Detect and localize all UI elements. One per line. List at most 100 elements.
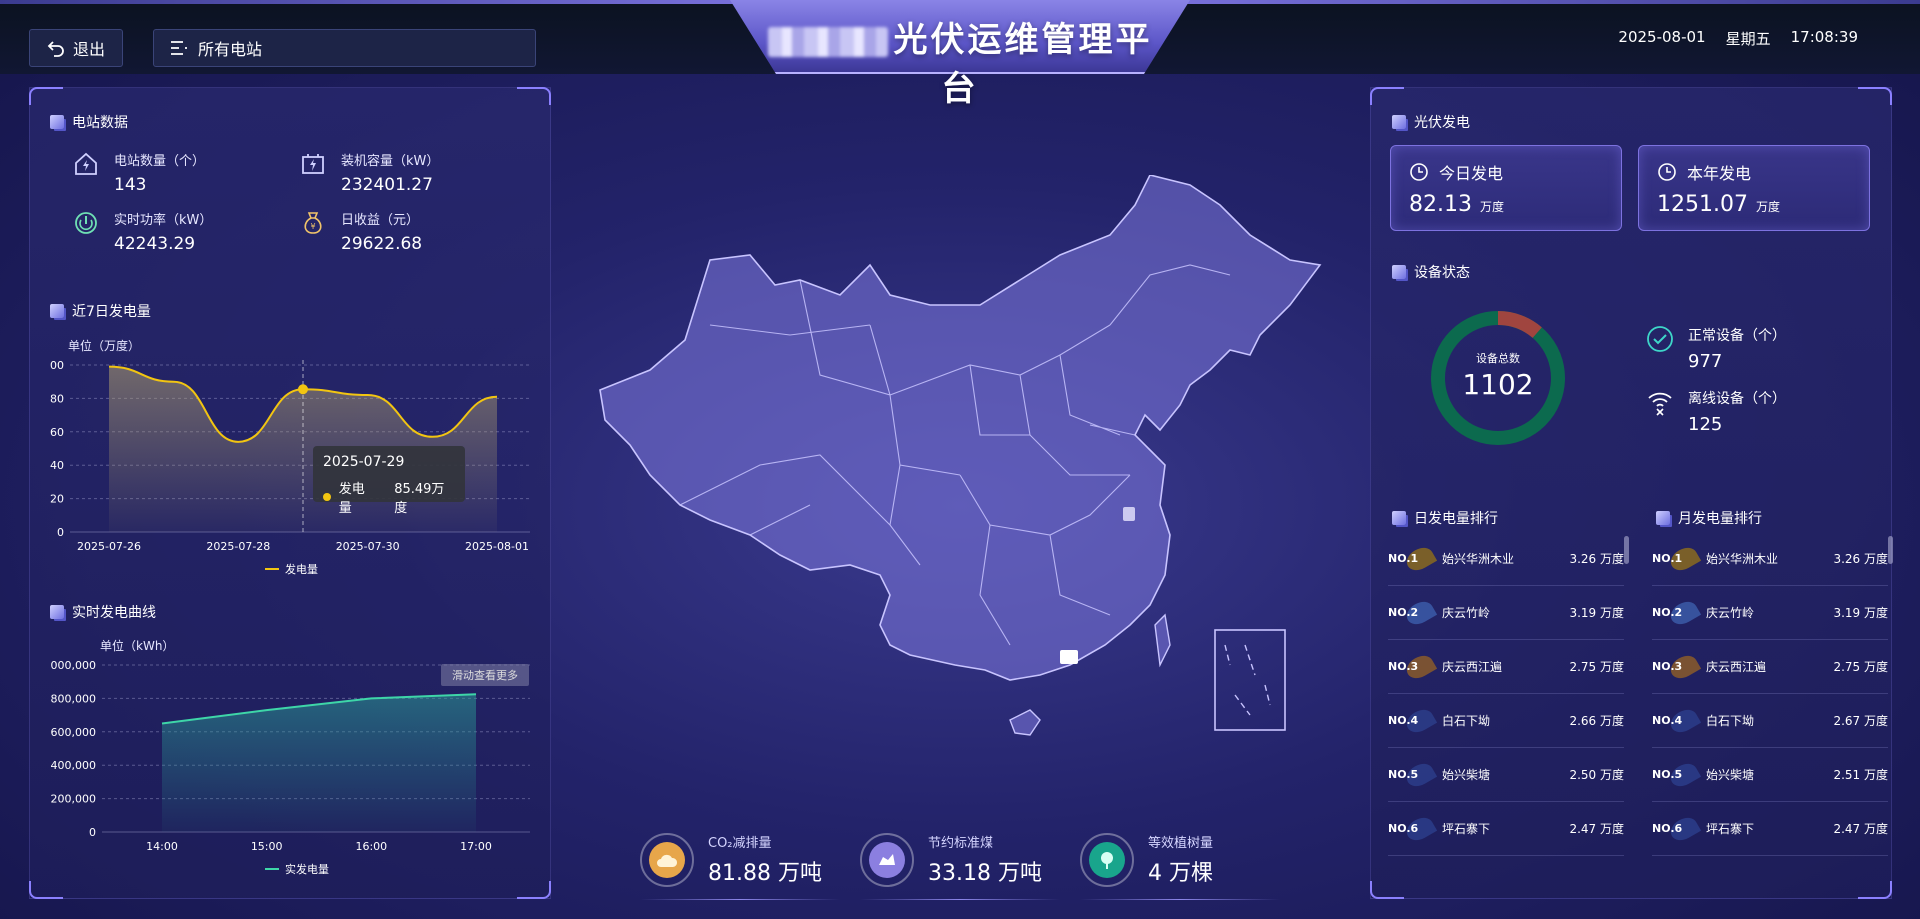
rank-station-name: 始兴华洲木业 — [1442, 552, 1515, 566]
monthly-rank-list[interactable]: NO.1 始兴华洲木业 3.26 万度 NO.2 庆云竹岭 3.19 万度 NO.3 庆云西江… — [1652, 532, 1888, 856]
eco-label: 等效植树量 — [1148, 836, 1214, 851]
y-tick-label: 0 — [89, 826, 96, 839]
y-tick-label: 400,000 — [51, 759, 97, 772]
section-cube-icon — [1392, 115, 1406, 129]
eco-underline — [1080, 899, 1280, 900]
today-unit: 万度 — [1479, 200, 1504, 214]
pv-title: 光伏发电 — [1392, 112, 1470, 132]
house-bolt-icon — [72, 150, 100, 178]
eco-trees: 等效植树量 4 万棵 — [1080, 832, 1213, 887]
x-tick-label: 2025-07-30 — [336, 540, 400, 553]
rank-row[interactable]: NO.6 坪石寨下 2.47 万度 — [1388, 802, 1624, 856]
normal-label: 正常设备（个） — [1688, 328, 1786, 344]
rank-badge: NO.1 — [1388, 548, 1434, 570]
y-tick-label: 800,000 — [51, 692, 97, 705]
rank-row[interactable]: NO.2 庆云竹岭 3.19 万度 — [1652, 586, 1888, 640]
eco-value: 81.88 万吨 — [708, 861, 822, 886]
rank-row[interactable]: NO.4 白石下坳 2.67 万度 — [1652, 694, 1888, 748]
monthly-scrollbar[interactable] — [1888, 536, 1893, 564]
daily-scrollbar[interactable] — [1624, 536, 1629, 564]
y-tick-label: 60 — [50, 426, 64, 439]
rank-row[interactable]: NO.3 庆云西江遍 2.75 万度 — [1388, 640, 1624, 694]
tooltip-series: 发电量 — [338, 482, 365, 516]
x-tick-label: 2025-08-01 — [465, 540, 529, 553]
x-tick-label: 2025-07-26 — [77, 540, 141, 553]
rank-value: 2.67 万度 — [1833, 714, 1888, 728]
rank-badge: NO.2 — [1388, 602, 1434, 624]
rank-row[interactable]: NO.3 庆云西江遍 2.75 万度 — [1652, 640, 1888, 694]
stat-station-count: 电站数量（个） 143 — [72, 150, 205, 195]
x-tick-label: 15:00 — [251, 840, 283, 853]
rank-station-name: 庆云西江遍 — [1442, 660, 1503, 674]
rank-value: 2.47 万度 — [1833, 822, 1888, 836]
rank-row[interactable]: NO.6 坪石寨下 2.47 万度 — [1652, 802, 1888, 856]
rank-row[interactable]: NO.2 庆云竹岭 3.19 万度 — [1388, 586, 1624, 640]
chart-tooltip: 2025-07-29 发电量 85.49万度 — [313, 446, 465, 516]
rank-badge: NO.4 — [1388, 710, 1434, 732]
hover-point — [298, 384, 308, 395]
daily-rank-list[interactable]: NO.1 始兴华洲木业 3.26 万度 NO.2 庆云竹岭 3.19 万度 NO.3 庆云西江… — [1388, 532, 1624, 856]
scroll-more-button[interactable]: 滑动查看更多 — [441, 664, 529, 686]
rank-badge: NO.2 — [1652, 602, 1698, 624]
today-value: 82.13 — [1409, 192, 1472, 217]
station-select[interactable]: 所有电站 — [153, 29, 536, 67]
rank-value: 2.75 万度 — [1569, 660, 1624, 674]
stat-label: 日收益（元） — [341, 213, 420, 228]
rank-badge: NO.3 — [1652, 656, 1698, 678]
year-label: 本年发电 — [1687, 164, 1752, 183]
svg-text:¥: ¥ — [310, 222, 315, 231]
y-tick-label: 100 — [50, 359, 64, 372]
eco-value: 4 万棵 — [1148, 861, 1213, 886]
rank-row[interactable]: NO.5 始兴柴塘 2.51 万度 — [1652, 748, 1888, 802]
stat-value: 42243.29 — [114, 234, 196, 254]
tooltip-date: 2025-07-29 — [323, 454, 405, 470]
rank-station-name: 庆云西江遍 — [1706, 660, 1767, 674]
battery-bolt-icon — [299, 150, 327, 178]
today-label: 今日发电 — [1439, 164, 1504, 183]
rank-value: 2.75 万度 — [1833, 660, 1888, 674]
rank-value: 3.26 万度 — [1833, 552, 1888, 566]
series-area — [162, 694, 476, 832]
y-tick-label: 40 — [50, 459, 64, 472]
rank-value: 3.19 万度 — [1833, 606, 1888, 620]
x-tick-label: 16:00 — [355, 840, 387, 853]
time-text: 17:08:39 — [1790, 28, 1858, 46]
rank-station-name: 始兴柴塘 — [1706, 768, 1755, 782]
rank-station-name: 白石下坳 — [1442, 714, 1491, 728]
legend-label: 实发电量 — [285, 862, 329, 876]
seven-day-title: 近7日发电量 — [50, 301, 151, 321]
station-marker-small — [1123, 507, 1135, 521]
today-generation-card: 今日发电 82.13 万度 — [1390, 145, 1622, 231]
section-cube-icon — [1392, 265, 1406, 279]
stat-value: 232401.27 — [341, 175, 433, 195]
rank-badge: NO.6 — [1388, 818, 1434, 840]
rank-badge: NO.3 — [1388, 656, 1434, 678]
normal-devices: 正常设备（个） 977 — [1646, 325, 1786, 372]
eco-underline — [640, 899, 840, 900]
y-tick-label: 20 — [50, 493, 64, 506]
year-unit: 万度 — [1755, 200, 1780, 214]
rank-row[interactable]: NO.1 始兴华洲木业 3.26 万度 — [1388, 532, 1624, 586]
stat-value: 29622.68 — [341, 234, 423, 254]
y-tick-label: 200,000 — [51, 793, 97, 806]
map-mainland — [599, 175, 1322, 681]
monthly-rank-title: 月发电量排行 — [1656, 508, 1762, 528]
tree-icon — [1089, 841, 1125, 878]
exit-button[interactable]: 退出 — [29, 29, 123, 67]
rank-row[interactable]: NO.5 始兴柴塘 2.50 万度 — [1388, 748, 1624, 802]
total-value: 1102 — [1462, 368, 1534, 401]
cloud-icon — [649, 841, 685, 878]
rank-value: 2.51 万度 — [1833, 768, 1888, 782]
station-select-value: 所有电站 — [198, 40, 263, 59]
stat-label: 电站数量（个） — [114, 154, 206, 169]
station-data-title: 电站数据 — [50, 112, 128, 132]
x-tick-label: 14:00 — [146, 840, 178, 853]
y-tick-label: 600,000 — [51, 726, 97, 739]
rank-row[interactable]: NO.4 白石下坳 2.66 万度 — [1388, 694, 1624, 748]
offline-value: 125 — [1688, 414, 1723, 435]
rank-badge: NO.4 — [1652, 710, 1698, 732]
eco-value: 33.18 万吨 — [928, 861, 1042, 886]
chart-unit-label: 单位（万度） — [68, 338, 140, 353]
rank-row[interactable]: NO.1 始兴华洲木业 3.26 万度 — [1652, 532, 1888, 586]
chart-unit-label: 单位（kWh） — [100, 638, 174, 653]
